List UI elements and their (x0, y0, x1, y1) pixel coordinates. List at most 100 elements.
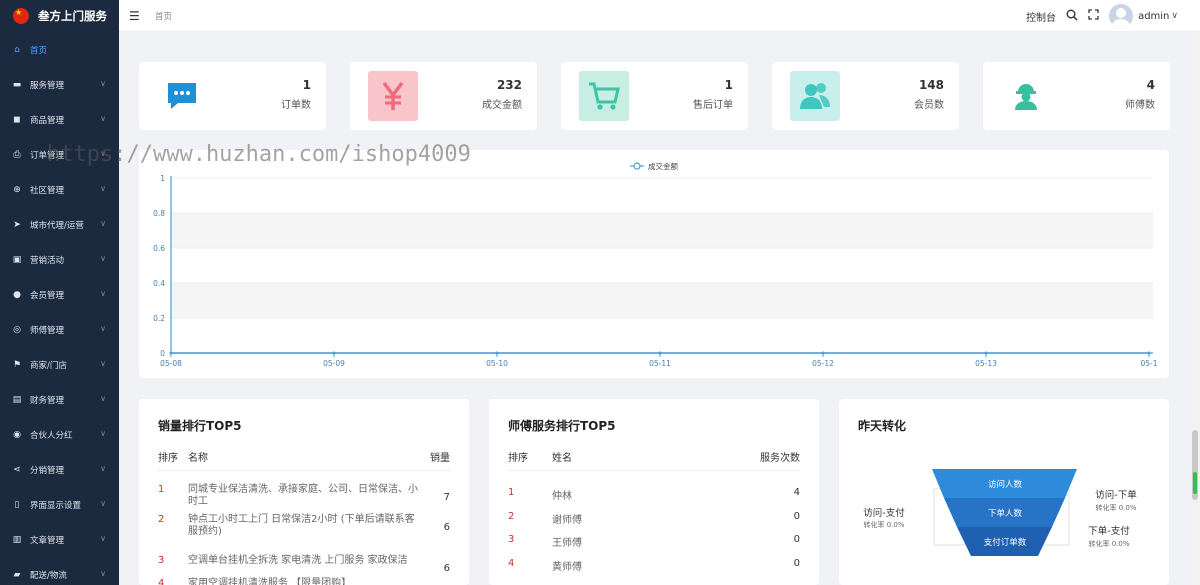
home-icon: ⌂ (14, 44, 20, 55)
x-tick-label: 05-10 (486, 359, 508, 368)
col-rank: 排序 (508, 453, 528, 464)
y-tick-label: 0.4 (153, 279, 165, 288)
x-tick-label: 05-11 (649, 359, 671, 368)
wallet-icon: ▤ (12, 394, 22, 405)
row-name: 仲林 (552, 491, 572, 502)
funnel-label-order: 下单人数 (988, 508, 1023, 519)
sidebar-item[interactable]: ▬ 服务管理 ∨ (0, 67, 119, 102)
fullscreen-icon[interactable] (1088, 9, 1099, 23)
stat-label: 师傅数 (1125, 100, 1155, 111)
sidebar-item-label: 商家/门店 (30, 360, 67, 371)
col-sales: 销量 (430, 453, 450, 464)
chevron-down-icon: ∨ (100, 254, 106, 263)
top-header: ☰ 首页 控制台 admin ∨ (119, 0, 1200, 32)
sidebar: 叁方上门服务 ⌂首页▬服务管理∨◼商品管理∨⎙订单管理∨⊕社区管理∨➤城市代理/… (0, 0, 119, 585)
stat-card[interactable]: 4 师傅数 (983, 62, 1170, 130)
master-top5-panel: 师傅服务排行TOP5 排序 姓名 服务次数 1 仲林 4 2 谢师傅 0 3 王师傅 0 4 黄师傅… (489, 399, 819, 585)
col-name: 名称 (188, 453, 208, 464)
sidebar-item[interactable]: ⊕ 社区管理 ∨ (0, 172, 119, 207)
data-point (1147, 351, 1151, 355)
sidebar-item[interactable]: ➤ 城市代理/运营 ∨ (0, 207, 119, 242)
sidebar-item[interactable]: ⋖ 分销管理 ∨ (0, 452, 119, 487)
legend-marker (633, 162, 641, 170)
panel-title: 销量排行TOP5 (158, 419, 242, 433)
data-point (495, 351, 499, 355)
cart-icon (579, 71, 629, 121)
data-point (984, 351, 988, 355)
x-tick-label: 05-09 (323, 359, 345, 368)
sidebar-item-label: 财务管理 (30, 395, 65, 406)
x-tick-label: 05-1 (1140, 359, 1157, 368)
page-scrollbar[interactable] (1190, 32, 1200, 585)
sidebar-item[interactable]: ⌂ 首页 (0, 32, 119, 67)
search-icon[interactable] (1066, 9, 1078, 24)
row-name: 钟点工小时工上门 日常保洁2小时 (下单后请联系客服预约) (188, 514, 415, 537)
sidebar-item[interactable]: ◉ 合伙人分红 ∨ (0, 417, 119, 452)
phone-icon: ▯ (14, 499, 20, 510)
chevron-down-icon: ∨ (100, 359, 106, 368)
sidebar-item[interactable]: ◎ 师傅管理 ∨ (0, 312, 119, 347)
grid-band (171, 213, 1153, 248)
book-icon: ▥ (12, 534, 22, 545)
sidebar-item[interactable]: ▤ 财务管理 ∨ (0, 382, 119, 417)
funnel-label-pay: 支付订单数 (984, 537, 1027, 548)
panel-title: 师傅服务排行TOP5 (508, 419, 616, 433)
menu-toggle-icon[interactable]: ☰ (129, 9, 141, 23)
avatar[interactable] (1109, 4, 1134, 28)
row-rank: 4 (158, 578, 165, 585)
sidebar-item-label: 师傅管理 (30, 325, 65, 336)
stat-card[interactable]: 148 会员数 (772, 62, 959, 130)
order-pay-label: 下单-支付 (1088, 525, 1130, 537)
chevron-down-icon: ∨ (100, 219, 106, 228)
chevron-down-icon: ∨ (100, 394, 106, 403)
breadcrumb[interactable]: 首页 (155, 10, 172, 22)
stat-value: 1 (724, 78, 733, 92)
sidebar-item-label: 会员管理 (30, 290, 65, 301)
globe-icon: ◎ (13, 324, 21, 335)
sidebar-item[interactable]: ◼ 商品管理 ∨ (0, 102, 119, 137)
username[interactable]: admin (1138, 11, 1169, 22)
sidebar-item-label: 社区管理 (30, 185, 65, 196)
gift-icon: ▣ (12, 254, 22, 265)
sidebar-item[interactable]: ● 会员管理 ∨ (0, 277, 119, 312)
sidebar-item[interactable]: ▣ 营销活动 ∨ (0, 242, 119, 277)
sidebar-item-label: 商品管理 (30, 115, 65, 126)
sidebar-item-label: 文章管理 (30, 535, 65, 546)
sidebar-item[interactable]: ▥ 文章管理 ∨ (0, 522, 119, 557)
table-header: 排序 姓名 服务次数 (508, 449, 800, 471)
sales-line-chart: 0 0.2 0.4 0.6 0.8 1 05-08 05-09 05-10 05-11 05-12 0… (153, 161, 1158, 368)
stat-card[interactable]: 232 成交金额 (350, 62, 537, 130)
brand[interactable]: 叁方上门服务 (0, 0, 119, 32)
visit-order-rate: 转化率 0.0% (1095, 503, 1136, 512)
row-name: 王师傅 (552, 538, 582, 549)
chevron-down-icon: ∨ (100, 429, 106, 438)
bag-icon: ◼ (13, 114, 21, 125)
target-icon: ◉ (13, 429, 21, 440)
stat-card[interactable]: 1 售后订单 (561, 62, 748, 130)
flag-icon: ⚑ (12, 359, 22, 370)
chat-icon (157, 71, 207, 121)
scroll-indicator (1193, 472, 1197, 494)
table-header: 排序 名称 销量 (158, 449, 450, 471)
sidebar-item[interactable]: ⚑ 商家/门店 ∨ (0, 347, 119, 382)
row-rank: 2 (508, 510, 515, 522)
sidebar-item-label: 分销管理 (30, 465, 65, 476)
row-name: 同城专业保洁清洗、承接家庭、公司、日常保洁、小时工 (188, 484, 418, 507)
conversion-funnel: 访问人数 下单人数 支付订单数 访问-支付 转化率 0.0% 访问-下单 转化率… (863, 469, 1137, 556)
header-right: 控制台 admin ∨ (1026, 0, 1178, 32)
chevron-down-icon[interactable]: ∨ (1171, 11, 1178, 21)
chevron-down-icon: ∨ (100, 464, 106, 473)
stat-card[interactable]: 1 订单数 (139, 62, 326, 130)
row-rank: 4 (508, 557, 515, 569)
col-count: 服务次数 (760, 453, 800, 464)
chevron-down-icon: ∨ (100, 289, 106, 298)
sidebar-item[interactable]: ▰ 配送/物流 ∨ (0, 557, 119, 585)
sidebar-item-label: 首页 (30, 45, 48, 56)
console-link[interactable]: 控制台 (1026, 9, 1056, 24)
sidebar-item[interactable]: ▯ 界面显示设置 ∨ (0, 487, 119, 522)
chevron-down-icon: ∨ (100, 499, 106, 508)
stat-value: 4 (1146, 78, 1155, 92)
x-tick-label: 05-13 (975, 359, 997, 368)
printer-icon: ⎙ (13, 149, 21, 160)
x-tick-label: 05-08 (160, 359, 182, 368)
